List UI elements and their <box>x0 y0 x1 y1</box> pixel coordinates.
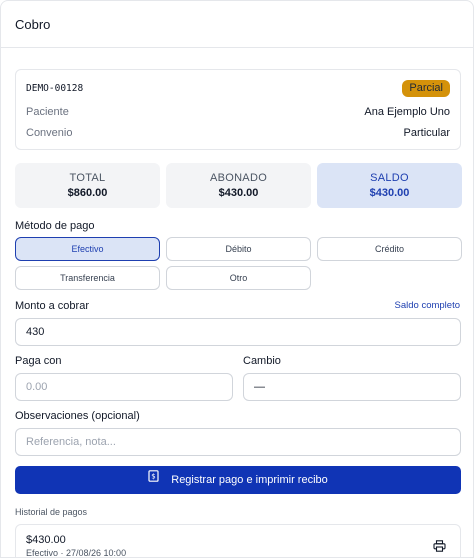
payment-method-label: Método de pago <box>15 220 95 232</box>
patient-value: Ana Ejemplo Uno <box>364 106 450 118</box>
change-label: Cambio <box>243 355 281 367</box>
invoice-code: DEMO-00128 <box>26 83 84 94</box>
method-option-transferencia[interactable]: Transferencia <box>15 266 160 290</box>
notes-label: Observaciones (opcional) <box>15 410 140 422</box>
paid-card: ABONADO $430.00 <box>166 163 311 208</box>
method-option-debito[interactable]: Débito <box>166 237 311 261</box>
receipt-icon: $ <box>148 465 159 493</box>
agreement-value: Particular <box>403 127 450 139</box>
agreement-label: Convenio <box>26 127 73 139</box>
register-payment-label: Registrar pago e imprimir recibo <box>171 474 328 486</box>
panel-header: Cobro <box>1 1 473 48</box>
printer-icon[interactable] <box>433 539 446 557</box>
register-payment-button[interactable]: $ Registrar pago e imprimir recibo <box>15 466 461 494</box>
total-label: TOTAL <box>69 172 106 184</box>
amount-label: Monto a cobrar <box>15 300 89 312</box>
total-card: TOTAL $860.00 <box>15 163 160 208</box>
history-title: Historial de pagos <box>15 507 88 517</box>
invoice-summary-card: DEMO-00128 Parcial Paciente Ana Ejemplo … <box>15 69 461 150</box>
status-badge: Parcial <box>402 80 450 97</box>
history-amount: $430.00 <box>26 534 66 546</box>
balance-label: SALDO <box>370 172 409 184</box>
payment-panel: Cobro DEMO-00128 Parcial Paciente Ana Ej… <box>0 0 474 558</box>
history-meta: Efectivo · 27/08/26 10:00 <box>26 548 127 558</box>
paid-value: $430.00 <box>218 187 259 199</box>
svg-text:$: $ <box>152 472 156 480</box>
method-option-efectivo[interactable]: Efectivo <box>15 237 160 261</box>
method-option-otro[interactable]: Otro <box>166 266 311 290</box>
change-field: — <box>243 373 461 401</box>
pays-with-label: Paga con <box>15 355 62 367</box>
total-value: $860.00 <box>67 187 108 199</box>
full-balance-link[interactable]: Saldo completo <box>395 300 460 311</box>
method-option-credito[interactable]: Crédito <box>317 237 462 261</box>
list-item: $430.00 Efectivo · 27/08/26 10:00 <box>15 524 461 558</box>
patient-label: Paciente <box>26 106 69 118</box>
paid-label: ABONADO <box>209 172 268 184</box>
balance-card: SALDO $430.00 <box>317 163 462 208</box>
page-title: Cobro <box>15 17 51 32</box>
balance-value: $430.00 <box>369 187 410 199</box>
notes-input[interactable]: Referencia, nota... <box>15 428 461 456</box>
pays-with-input[interactable]: 0.00 <box>15 373 233 401</box>
amount-input[interactable]: 430 <box>15 318 461 346</box>
